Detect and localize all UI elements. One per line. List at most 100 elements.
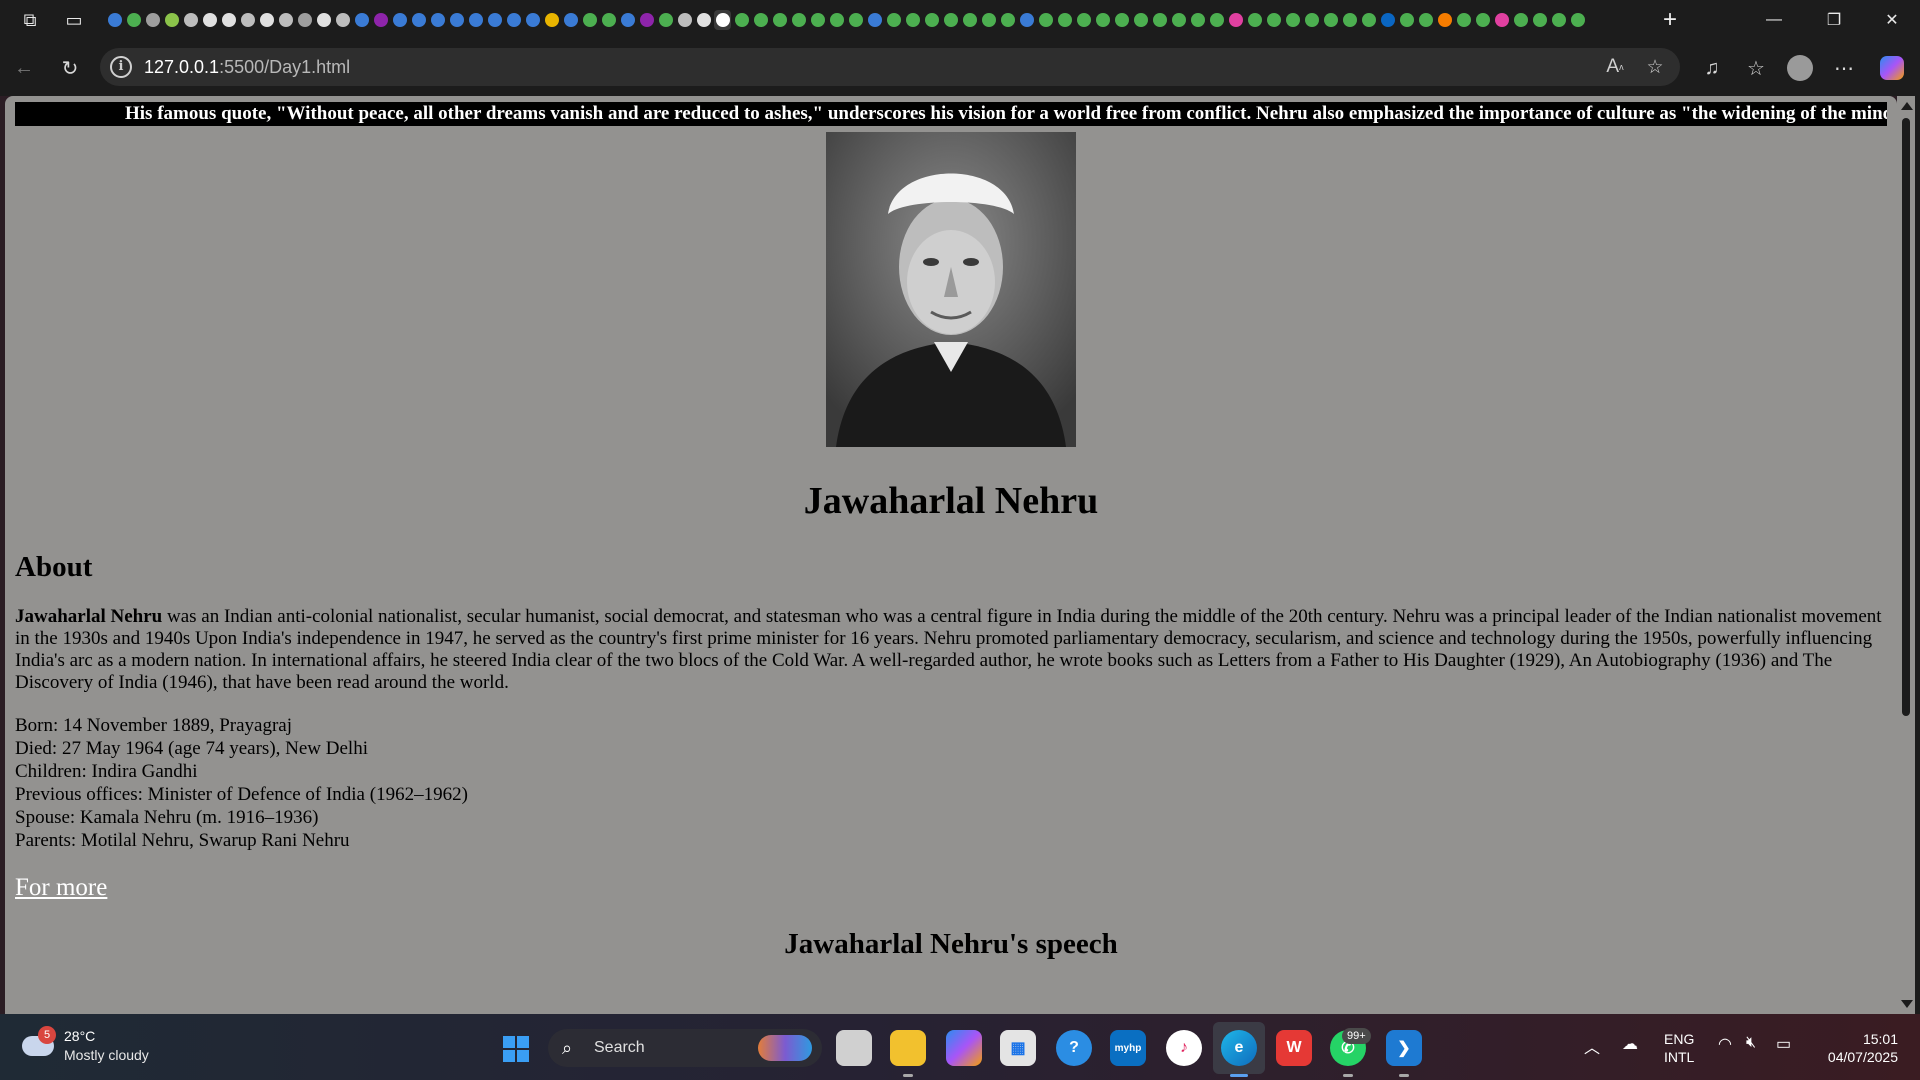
task-view-icon[interactable] xyxy=(836,1030,872,1066)
browser-tab[interactable] xyxy=(1512,10,1529,30)
minimize-icon[interactable]: — xyxy=(1746,0,1802,40)
browser-tab[interactable] xyxy=(980,10,997,30)
browser-tab[interactable] xyxy=(1303,10,1320,30)
browser-tab[interactable] xyxy=(1474,10,1491,30)
copilot-app-icon[interactable] xyxy=(946,1030,982,1066)
browser-tab[interactable] xyxy=(828,10,845,30)
browser-tab[interactable] xyxy=(1189,10,1206,30)
browser-tab[interactable] xyxy=(809,10,826,30)
browser-tab[interactable] xyxy=(1056,10,1073,30)
browser-tab[interactable] xyxy=(1417,10,1434,30)
browser-tab[interactable] xyxy=(923,10,940,30)
url-text[interactable]: 127.0.0.1:5500/Day1.html xyxy=(144,57,350,78)
speaker-muted-icon[interactable]: 🔇︎ xyxy=(1746,1034,1756,1052)
edge-icon[interactable]: e xyxy=(1221,1030,1257,1066)
page-scrollbar[interactable] xyxy=(1897,96,1915,1014)
browser-tab[interactable] xyxy=(771,10,788,30)
browser-tab[interactable] xyxy=(391,10,408,30)
browser-tab[interactable] xyxy=(676,10,693,30)
taskbar-search[interactable]: ⌕ Search xyxy=(548,1029,822,1067)
browser-tab[interactable] xyxy=(277,10,294,30)
browser-tab[interactable] xyxy=(1151,10,1168,30)
browser-tab[interactable] xyxy=(258,10,275,30)
browser-tab[interactable] xyxy=(1284,10,1301,30)
wps-office-icon[interactable]: W xyxy=(1276,1030,1312,1066)
favorite-star-icon[interactable]: ☆ xyxy=(1640,52,1670,82)
browser-tab[interactable] xyxy=(866,10,883,30)
vscode-icon[interactable]: ❯ xyxy=(1386,1030,1422,1066)
browser-tab[interactable] xyxy=(296,10,313,30)
show-hidden-icons-chevron-icon[interactable]: ︿ xyxy=(1584,1034,1600,1058)
scroll-up-icon[interactable] xyxy=(1901,102,1913,110)
browser-tab[interactable] xyxy=(182,10,199,30)
get-help-icon[interactable]: ? xyxy=(1056,1030,1092,1066)
browser-tab[interactable] xyxy=(505,10,522,30)
browser-tab[interactable] xyxy=(600,10,617,30)
refresh-icon[interactable]: ↻ xyxy=(52,50,88,86)
onedrive-error-icon[interactable]: ☁ xyxy=(1622,1034,1638,1054)
restore-icon[interactable]: ❐ xyxy=(1806,0,1862,40)
browser-tab[interactable] xyxy=(638,10,655,30)
browser-tab[interactable] xyxy=(790,10,807,30)
back-icon[interactable]: ← xyxy=(6,50,42,86)
browser-tab[interactable] xyxy=(1569,10,1586,30)
browser-tab[interactable] xyxy=(714,10,731,30)
microsoft-store-icon[interactable]: ▦ xyxy=(1000,1030,1036,1066)
more-menu-icon[interactable]: ⋯ xyxy=(1826,50,1862,86)
system-clock[interactable]: 15:01 04/07/2025 xyxy=(1814,1030,1898,1066)
site-info-icon[interactable]: i xyxy=(110,56,132,78)
copilot-icon[interactable] xyxy=(1874,50,1910,86)
browser-tab[interactable] xyxy=(999,10,1016,30)
browser-tab[interactable] xyxy=(163,10,180,30)
browser-tab[interactable] xyxy=(695,10,712,30)
vertical-tabs-icon[interactable]: ▭ xyxy=(56,0,92,40)
browser-tab[interactable] xyxy=(619,10,636,30)
browser-tab[interactable] xyxy=(1037,10,1054,30)
scrollbar-thumb[interactable] xyxy=(1902,118,1910,716)
browser-tab[interactable] xyxy=(752,10,769,30)
file-explorer-icon[interactable] xyxy=(890,1030,926,1066)
browser-tab[interactable] xyxy=(961,10,978,30)
browser-tab[interactable] xyxy=(1132,10,1149,30)
favorites-icon[interactable]: ☆ xyxy=(1738,50,1774,86)
browser-tab[interactable] xyxy=(904,10,921,30)
read-aloud-icon[interactable]: Aʌ xyxy=(1600,52,1630,82)
browser-tab[interactable] xyxy=(1341,10,1358,30)
browser-tab[interactable] xyxy=(885,10,902,30)
browser-tab[interactable] xyxy=(1550,10,1567,30)
browser-tab[interactable] xyxy=(486,10,503,30)
browser-tab[interactable] xyxy=(239,10,256,30)
browser-tab[interactable] xyxy=(1075,10,1092,30)
browser-tab[interactable] xyxy=(429,10,446,30)
browser-tab[interactable] xyxy=(733,10,750,30)
browser-tab[interactable] xyxy=(353,10,370,30)
address-bar[interactable]: i 127.0.0.1:5500/Day1.html Aʌ ☆ xyxy=(100,48,1680,86)
browser-tab[interactable] xyxy=(1493,10,1510,30)
browser-tab[interactable] xyxy=(144,10,161,30)
browser-tab[interactable] xyxy=(106,10,123,30)
start-button[interactable] xyxy=(503,1036,529,1062)
browser-tab[interactable] xyxy=(125,10,142,30)
browser-tab[interactable] xyxy=(562,10,579,30)
browser-tab[interactable] xyxy=(334,10,351,30)
browser-tab[interactable] xyxy=(315,10,332,30)
browser-tab[interactable] xyxy=(410,10,427,30)
browser-tab[interactable] xyxy=(1436,10,1453,30)
browser-tab[interactable] xyxy=(1360,10,1377,30)
browser-tab[interactable] xyxy=(942,10,959,30)
browser-tab[interactable] xyxy=(1227,10,1244,30)
browser-tab[interactable] xyxy=(201,10,218,30)
workspaces-icon[interactable]: ⧉ xyxy=(12,0,48,40)
browser-tab[interactable] xyxy=(1208,10,1225,30)
browser-tab[interactable] xyxy=(1113,10,1130,30)
wifi-icon[interactable]: ◠ xyxy=(1718,1034,1732,1054)
profile-avatar[interactable] xyxy=(1782,50,1818,86)
input-language[interactable]: ENG INTL xyxy=(1664,1030,1694,1066)
browser-tab[interactable] xyxy=(581,10,598,30)
browser-tab[interactable] xyxy=(657,10,674,30)
browser-tab[interactable] xyxy=(372,10,389,30)
myhp-icon[interactable]: myhp xyxy=(1110,1030,1146,1066)
browser-tab[interactable] xyxy=(524,10,541,30)
browser-tab[interactable] xyxy=(1379,10,1396,30)
new-tab-button[interactable]: + xyxy=(1654,4,1686,36)
